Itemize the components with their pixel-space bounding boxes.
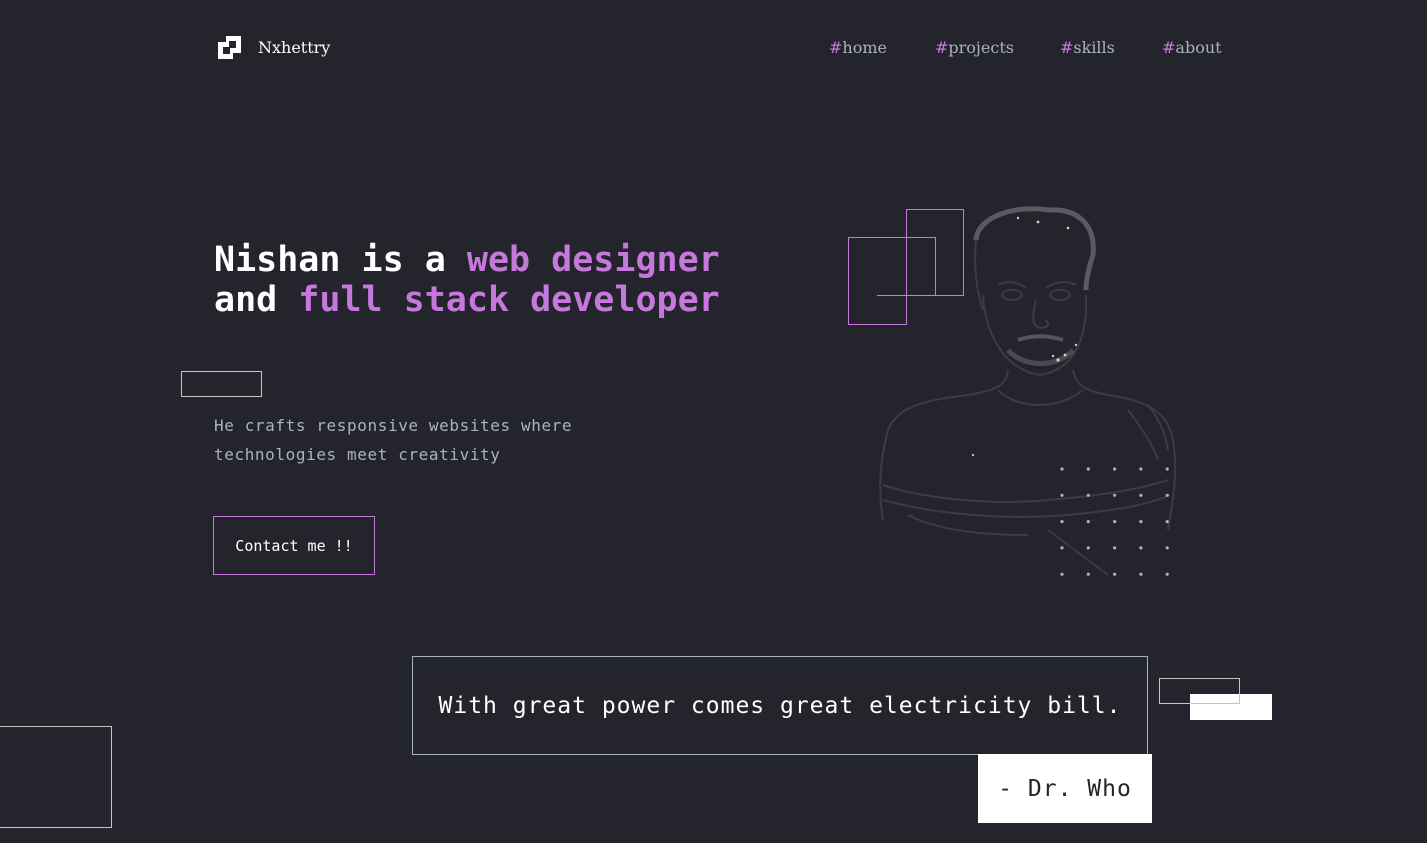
nav-hash: #: [829, 38, 843, 57]
decorative-dot: [1086, 572, 1090, 576]
hero-title-text: Nishan is a: [214, 240, 467, 280]
hero-title-highlight: full stack developer: [298, 280, 720, 320]
decorative-dot: [1139, 546, 1143, 550]
decorative-dot: [1113, 572, 1117, 576]
decorative-rectangle: [1159, 678, 1240, 704]
nav-link-about[interactable]: #about: [1162, 38, 1222, 57]
hero-title-highlight: web designer: [466, 240, 720, 280]
decorative-dot: [1139, 520, 1143, 524]
decorative-dot: [1086, 493, 1090, 497]
decorative-dot: [1139, 493, 1143, 497]
decorative-dot: [1060, 520, 1064, 524]
decorative-dot: [1113, 467, 1117, 471]
decorative-dot: [1086, 467, 1090, 471]
decorative-dot: [1165, 572, 1169, 576]
main-nav: #home #projects #skills #about: [0, 38, 1427, 60]
contact-me-button[interactable]: Contact me !!: [213, 516, 375, 575]
quote-box: With great power comes great electricity…: [412, 656, 1148, 755]
decorative-rectangle: [0, 726, 112, 828]
decorative-dot: [1139, 467, 1143, 471]
nav-hash: #: [935, 38, 949, 57]
decorative-dot: [1060, 546, 1064, 550]
nav-label: home: [842, 38, 887, 57]
hero-title: Nishan is a web designer and full stack …: [214, 240, 774, 320]
decorative-dot: [1113, 546, 1117, 550]
decorative-dot: [1165, 467, 1169, 471]
nav-link-projects[interactable]: #projects: [935, 38, 1014, 57]
quote-text: With great power comes great electricity…: [438, 692, 1122, 719]
nav-hash: #: [1060, 38, 1074, 57]
quote-author: - Dr. Who: [978, 754, 1152, 823]
decorative-dot: [1060, 572, 1064, 576]
hero-title-text: and: [214, 280, 299, 320]
nav-link-skills[interactable]: #skills: [1060, 38, 1115, 57]
nav-label: projects: [948, 38, 1014, 57]
decorative-dot: [1060, 493, 1064, 497]
decorative-dot: [1165, 520, 1169, 524]
decorative-dot: [1113, 520, 1117, 524]
decorative-rectangle: [181, 371, 262, 397]
decorative-dot: [1139, 572, 1143, 576]
decorative-dot: [1165, 493, 1169, 497]
decorative-dots-grid: [1060, 467, 1169, 576]
decorative-dot: [1165, 546, 1169, 550]
decorative-dot: [1060, 467, 1064, 471]
decorative-dot: [1113, 493, 1117, 497]
nav-label: about: [1175, 38, 1222, 57]
nav-link-home[interactable]: #home: [829, 38, 887, 57]
hero-subtitle: He crafts responsive websites where tech…: [214, 416, 573, 464]
decorative-dot: [1086, 520, 1090, 524]
decorative-dot: [1086, 546, 1090, 550]
nav-label: skills: [1073, 38, 1115, 57]
nav-hash: #: [1162, 38, 1176, 57]
